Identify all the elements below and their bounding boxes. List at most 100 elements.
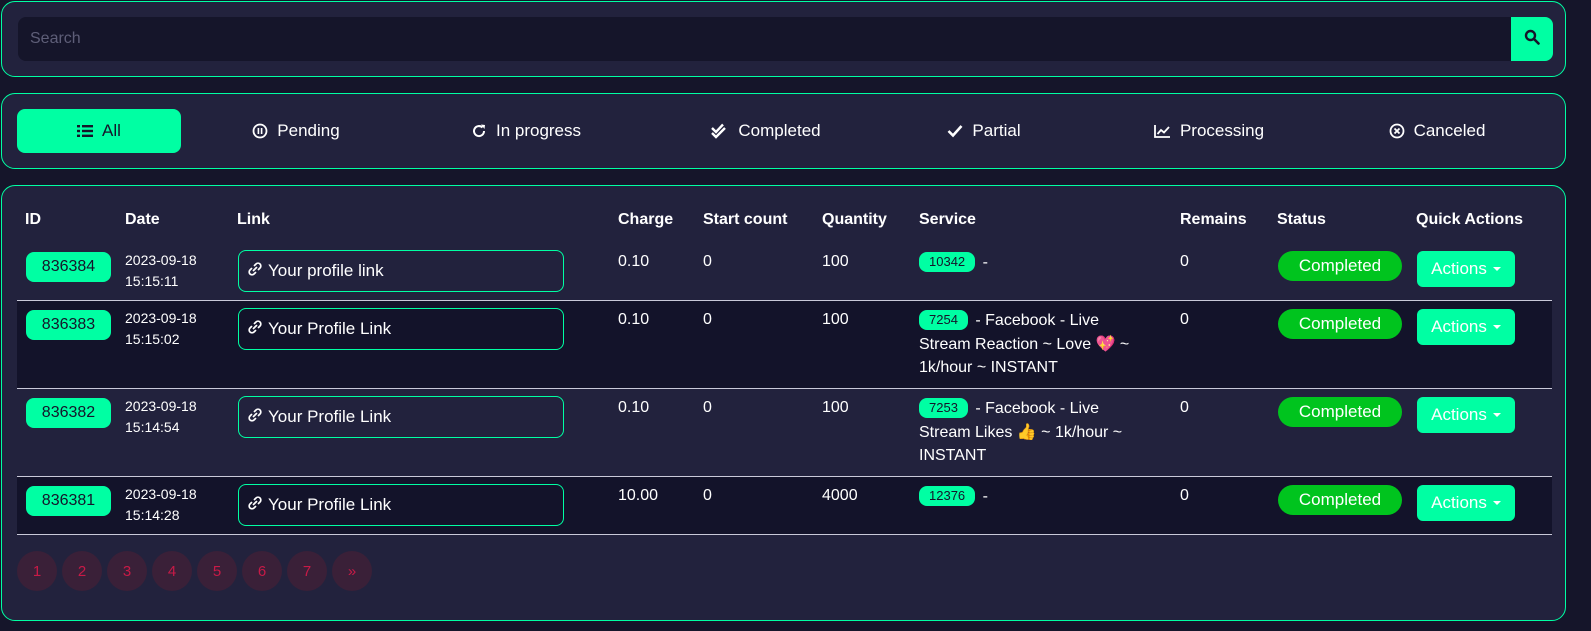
page-button-3[interactable]: 3 — [107, 551, 147, 591]
row-divider — [17, 534, 1552, 535]
order-service: 7254 - Facebook - Live Stream Reaction ~… — [919, 309, 1144, 380]
actions-dropdown-button[interactable]: Actions — [1417, 485, 1515, 521]
link-icon — [247, 495, 263, 516]
actions-label: Actions — [1431, 317, 1487, 336]
pause-circle-icon — [252, 123, 268, 139]
status-badge: Completed — [1278, 251, 1402, 281]
order-date-day: 2023-09-18 — [125, 398, 197, 414]
search-button[interactable] — [1511, 17, 1553, 61]
search-icon — [1524, 29, 1540, 50]
header-charge: Charge — [618, 211, 674, 228]
header-id: ID — [25, 211, 41, 228]
order-remains: 0 — [1180, 487, 1189, 504]
order-charge: 0.10 — [618, 311, 650, 328]
order-quantity: 100 — [822, 399, 849, 416]
caret-down-icon — [1492, 501, 1501, 505]
search-panel — [1, 1, 1566, 77]
order-date: 2023-09-18 15:14:28 — [125, 484, 197, 526]
status-filter-bar: All Pending In progress Completed Partia… — [1, 93, 1566, 169]
order-date: 2023-09-18 15:15:02 — [125, 308, 197, 350]
table-row: 836381 2023-09-18 15:14:28 Your Profile … — [17, 477, 1552, 534]
header-date: Date — [125, 211, 160, 228]
service-name: - — [978, 254, 988, 271]
order-date-time: 15:15:02 — [125, 331, 180, 347]
order-quantity: 4000 — [822, 487, 858, 504]
filter-tab-label: Canceled — [1413, 121, 1486, 140]
chart-line-icon — [1154, 124, 1171, 138]
filter-tab-partial[interactable]: Partial — [932, 109, 1036, 153]
order-id-badge: 836383 — [26, 310, 111, 340]
order-link[interactable]: Your Profile Link — [238, 308, 564, 350]
caret-down-icon — [1492, 325, 1501, 329]
actions-dropdown-button[interactable]: Actions — [1417, 309, 1515, 345]
status-badge: Completed — [1278, 397, 1402, 427]
order-link[interactable]: Your Profile Link — [238, 484, 564, 526]
order-date-time: 15:14:54 — [125, 419, 180, 435]
order-link-text: Your Profile Link — [268, 319, 392, 338]
order-link[interactable]: Your profile link — [238, 250, 564, 292]
status-badge: Completed — [1278, 485, 1402, 515]
page-button-5[interactable]: 5 — [197, 551, 237, 591]
page-next-button[interactable]: » — [332, 551, 372, 591]
header-service: Service — [919, 211, 976, 228]
filter-tab-in-progress[interactable]: In progress — [447, 109, 605, 153]
order-remains: 0 — [1180, 253, 1189, 270]
order-date-time: 15:14:28 — [125, 507, 180, 523]
order-start-count: 0 — [703, 487, 712, 504]
link-icon — [247, 407, 263, 428]
order-link[interactable]: Your Profile Link — [238, 396, 564, 438]
order-date-day: 2023-09-18 — [125, 486, 197, 502]
caret-down-icon — [1492, 267, 1501, 271]
double-check-icon — [711, 123, 729, 139]
search-input[interactable] — [18, 17, 1512, 61]
filter-tab-processing[interactable]: Processing — [1136, 109, 1282, 153]
list-icon — [77, 124, 94, 138]
order-id-badge: 836381 — [26, 486, 111, 516]
service-name: - — [978, 488, 988, 505]
service-id-badge: 10342 — [919, 252, 976, 272]
filter-tab-canceled[interactable]: Canceled — [1376, 109, 1498, 153]
order-remains: 0 — [1180, 399, 1189, 416]
order-link-text: Your profile link — [268, 261, 384, 280]
order-start-count: 0 — [703, 311, 712, 328]
page-button-2[interactable]: 2 — [62, 551, 102, 591]
order-link-text: Your Profile Link — [268, 407, 392, 426]
table-row: 836384 2023-09-18 15:15:11 Your profile … — [17, 243, 1552, 300]
header-remains: Remains — [1180, 211, 1247, 228]
link-icon — [247, 319, 263, 340]
page-button-1[interactable]: 1 — [17, 551, 57, 591]
filter-tab-label: Pending — [277, 121, 340, 140]
order-start-count: 0 — [703, 399, 712, 416]
actions-dropdown-button[interactable]: Actions — [1417, 397, 1515, 433]
order-date-time: 15:15:11 — [125, 273, 179, 289]
service-id-badge: 7253 — [919, 398, 968, 418]
header-quick-actions: Quick Actions — [1416, 211, 1523, 228]
refresh-icon — [471, 123, 487, 139]
order-start-count: 0 — [703, 253, 712, 270]
order-charge: 10.00 — [618, 487, 659, 504]
filter-tab-label: In progress — [495, 121, 582, 140]
order-id-badge: 836384 — [26, 252, 111, 282]
order-date: 2023-09-18 15:14:54 — [125, 396, 197, 438]
service-id-badge: 7254 — [919, 310, 968, 330]
table-row: 836382 2023-09-18 15:14:54 Your Profile … — [17, 389, 1552, 476]
actions-dropdown-button[interactable]: Actions — [1417, 251, 1515, 287]
order-charge: 0.10 — [618, 253, 650, 270]
filter-tab-pending[interactable]: Pending — [226, 109, 366, 153]
order-id-badge: 836382 — [26, 398, 111, 428]
filter-tab-completed[interactable]: Completed — [692, 109, 840, 153]
page-button-6[interactable]: 6 — [242, 551, 282, 591]
actions-label: Actions — [1431, 405, 1487, 424]
pagination: 1 2 3 4 5 6 7 » — [17, 551, 372, 591]
table-row: 836383 2023-09-18 15:15:02 Your Profile … — [17, 301, 1552, 388]
status-badge: Completed — [1278, 309, 1402, 339]
page-button-4[interactable]: 4 — [152, 551, 192, 591]
header-status: Status — [1277, 211, 1326, 228]
filter-tab-label: Processing — [1179, 121, 1265, 140]
filter-tab-all[interactable]: All — [17, 109, 181, 153]
order-quantity: 100 — [822, 253, 849, 270]
page-button-7[interactable]: 7 — [287, 551, 327, 591]
header-start-count: Start count — [703, 211, 788, 228]
filter-tab-label: Partial — [972, 121, 1021, 140]
link-icon — [247, 261, 263, 282]
